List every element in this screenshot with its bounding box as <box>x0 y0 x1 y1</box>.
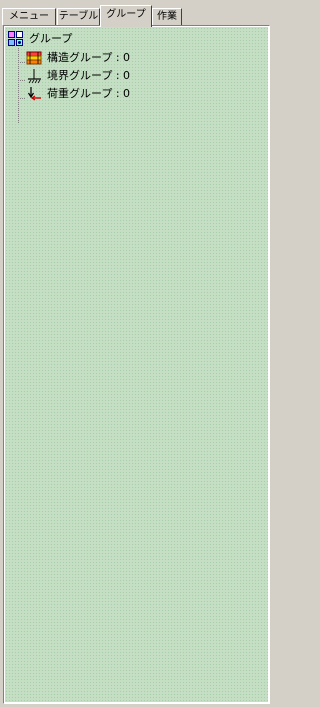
tab-table[interactable]: テーブル <box>57 8 100 25</box>
structure-group-icon <box>26 51 42 65</box>
tree-connector <box>18 98 26 99</box>
tree-item-label: 構造グループ : 0 <box>47 51 131 64</box>
tab-work[interactable]: 作業 <box>152 8 182 25</box>
tree-connector <box>18 80 26 81</box>
load-group-icon <box>27 87 41 101</box>
tree-connector <box>18 48 19 123</box>
tree-item-label: 境界グループ : 0 <box>47 69 131 82</box>
tree-connector <box>18 62 26 63</box>
tab-bar: メニュー テーブル グループ 作業 <box>0 0 272 27</box>
tab-menu[interactable]: メニュー <box>2 8 56 25</box>
group-panel: グループ 構造グループ : 0 境界グループ : 0 荷重グループ: 0 <box>3 25 270 704</box>
tab-group[interactable]: グループ <box>100 5 152 27</box>
group-tree[interactable]: グループ 構造グループ : 0 境界グループ : 0 荷重グループ: 0 <box>5 27 268 702</box>
group-root-icon <box>8 31 23 46</box>
tree-item-label: 荷重グループ : 0 <box>47 87 131 100</box>
tree-root-label: グループ <box>29 32 73 45</box>
boundary-group-icon <box>28 69 41 84</box>
